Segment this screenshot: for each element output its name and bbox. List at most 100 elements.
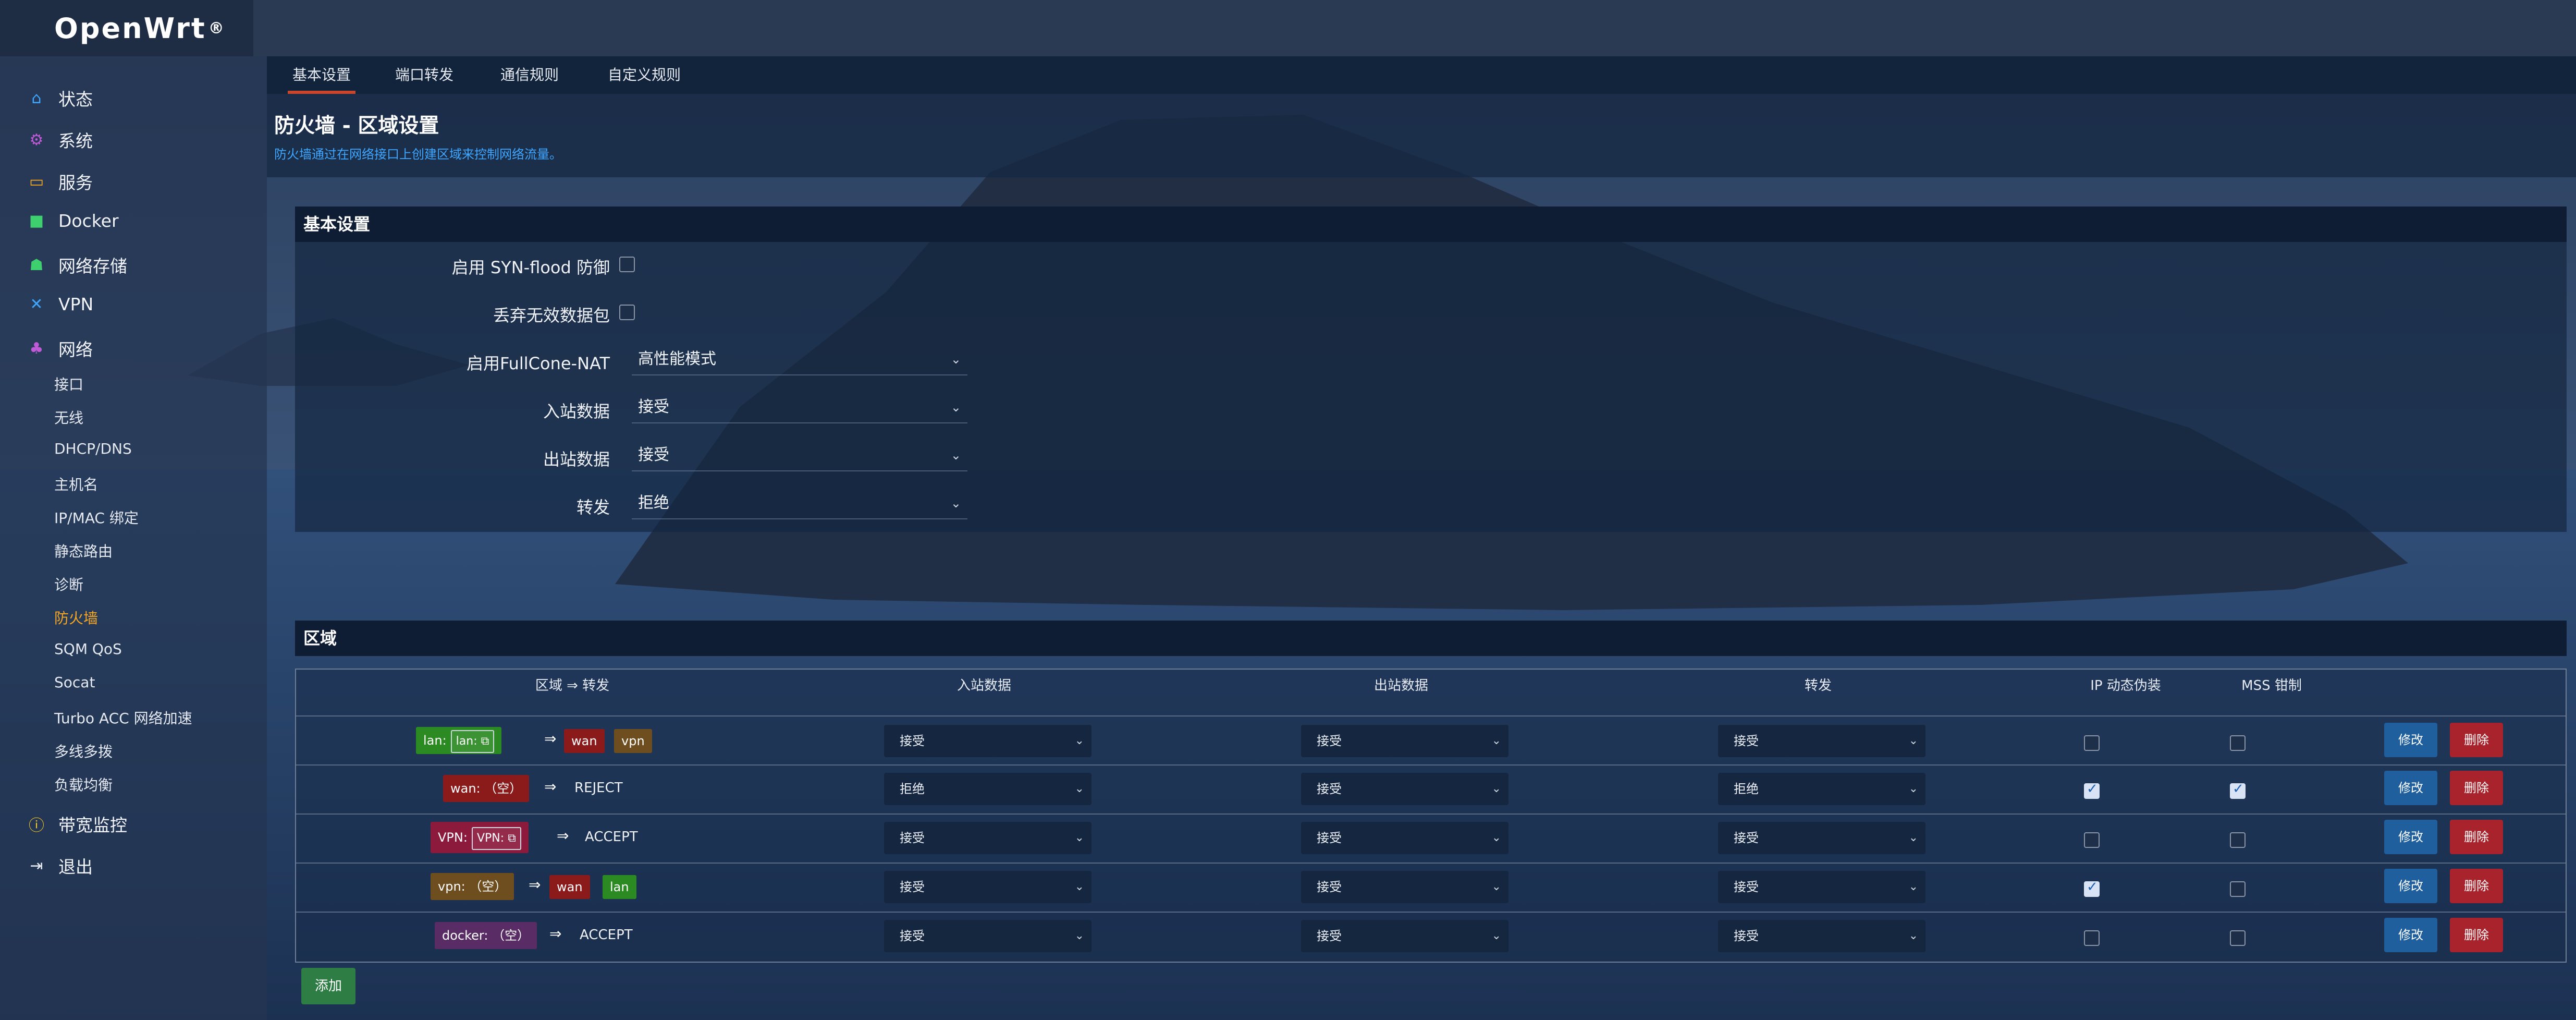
chevron-down-icon: ⌄: [1074, 880, 1084, 893]
sidebar-sub-multiwan[interactable]: 多线多拨: [54, 740, 113, 761]
fullcone-nat-select[interactable]: 高性能模式 ⌄: [632, 343, 967, 375]
add-zone-button[interactable]: 添加: [301, 968, 355, 1004]
col-zone-forward: 区域 ⇒ 转发: [535, 678, 610, 694]
input-select[interactable]: 接受 ⌄: [632, 391, 967, 423]
delete-button[interactable]: 删除: [2450, 869, 2503, 903]
row-forward-select[interactable]: 接受 ⌄: [1718, 822, 1925, 854]
tab-custom-rules[interactable]: 自定义规则: [608, 56, 681, 94]
col-mss-clamping: MSS 钳制: [2241, 678, 2302, 694]
syn-flood-checkbox[interactable]: [619, 257, 635, 272]
sidebar-item-system[interactable]: ⚙ 系统: [27, 127, 93, 152]
edit-button[interactable]: 修改: [2384, 771, 2437, 805]
chevron-down-icon: ⌄: [1491, 880, 1501, 893]
delete-button[interactable]: 删除: [2450, 918, 2503, 952]
brand-name: OpenWrt: [54, 11, 206, 45]
row-output-select[interactable]: 接受 ⌄: [1301, 725, 1508, 757]
row-input-select[interactable]: 接受 ⌄: [884, 871, 1091, 903]
page-header: 防火墙 - 区域设置 防火墙通过在网络接口上创建区域来控制网络流量。: [267, 94, 2576, 177]
delete-button[interactable]: 删除: [2450, 771, 2503, 805]
row-input-value: 接受: [900, 880, 925, 894]
row-output-select[interactable]: 接受 ⌄: [1301, 920, 1508, 952]
fullcone-nat-label: 启用FullCone-NAT: [466, 354, 610, 373]
page-title: 防火墙 - 区域设置: [274, 114, 439, 138]
mss-checkbox[interactable]: [2230, 832, 2246, 848]
sidebar-item-label: 服务: [58, 173, 93, 193]
row-output-select[interactable]: 接受 ⌄: [1301, 822, 1508, 854]
row-output-value: 接受: [1317, 929, 1342, 943]
output-value: 接受: [638, 446, 669, 464]
mss-checkbox[interactable]: [2230, 735, 2246, 751]
sidebar-item-network[interactable]: ♣ 网络: [27, 336, 93, 361]
gear-icon: ⚙: [29, 130, 44, 149]
tab-port-forwards[interactable]: 端口转发: [395, 56, 453, 94]
row-forward-select[interactable]: 接受 ⌄: [1718, 920, 1925, 952]
sidebar-item-label: 系统: [58, 131, 93, 151]
sidebar-sub-wireless[interactable]: 无线: [54, 407, 83, 428]
tab-basic-settings[interactable]: 基本设置: [288, 56, 355, 94]
sidebar-item-status[interactable]: ⌂ 状态: [27, 86, 93, 111]
row-output-value: 接受: [1317, 880, 1342, 894]
basic-settings-heading: 基本设置: [295, 207, 2567, 242]
edit-button[interactable]: 修改: [2384, 869, 2437, 903]
masq-checkbox[interactable]: [2084, 735, 2100, 751]
top-bar: OpenWrt ®: [0, 0, 2576, 56]
row-input-select[interactable]: 拒绝 ⌄: [884, 773, 1091, 805]
row-output-value: 接受: [1317, 782, 1342, 796]
col-input: 入站数据: [956, 678, 1011, 694]
sidebar-sub-socat[interactable]: Socat: [54, 674, 95, 691]
sidebar-sub-sqm-qos[interactable]: SQM QoS: [54, 640, 122, 658]
mss-checkbox[interactable]: [2230, 930, 2246, 946]
row-output-value: 接受: [1317, 831, 1342, 845]
edit-button[interactable]: 修改: [2384, 723, 2437, 757]
sidebar-item-vpn[interactable]: ✕ VPN: [27, 294, 93, 314]
delete-button[interactable]: 删除: [2450, 820, 2503, 854]
sidebar-item-logout[interactable]: ⇥ 退出: [27, 853, 93, 878]
chevron-down-icon: ⌄: [1908, 929, 1918, 942]
chevron-down-icon: ⌄: [950, 448, 961, 463]
sidebar-item-docker[interactable]: ■ Docker: [27, 211, 119, 231]
delete-button[interactable]: 删除: [2450, 723, 2503, 757]
masq-checkbox[interactable]: [2084, 781, 2100, 799]
drop-invalid-checkbox[interactable]: [619, 305, 635, 320]
forward-select[interactable]: 拒绝 ⌄: [632, 487, 967, 519]
masq-checkbox[interactable]: [2084, 930, 2100, 946]
row-output-select[interactable]: 接受 ⌄: [1301, 871, 1508, 903]
sidebar-sub-ip-mac-binding[interactable]: IP/MAC 绑定: [54, 507, 139, 528]
row-forward-select[interactable]: 拒绝 ⌄: [1718, 773, 1925, 805]
forward-arrow: ⇒: [557, 827, 569, 844]
row-forward-select[interactable]: 接受 ⌄: [1718, 725, 1925, 757]
masq-checkbox[interactable]: [2084, 832, 2100, 848]
sidebar-item-storage[interactable]: ☗ 网络存储: [27, 252, 127, 277]
row-output-value: 接受: [1317, 734, 1342, 748]
chevron-down-icon: ⌄: [1074, 782, 1084, 795]
row-input-select[interactable]: 接受 ⌄: [884, 725, 1091, 757]
sidebar-sub-hostnames[interactable]: 主机名: [54, 473, 98, 494]
row-output-select[interactable]: 接受 ⌄: [1301, 773, 1508, 805]
row-input-select[interactable]: 接受 ⌄: [884, 822, 1091, 854]
sidebar-item-services[interactable]: ▭ 服务: [27, 169, 93, 194]
forward-arrow: ⇒: [544, 778, 557, 795]
network-icon: ♣: [29, 339, 44, 358]
sidebar-sub-load-balance[interactable]: 负载均衡: [54, 774, 113, 795]
mss-checkbox[interactable]: [2230, 881, 2246, 897]
brand-logo[interactable]: OpenWrt ®: [0, 0, 253, 56]
sidebar-sub-turbo-acc[interactable]: Turbo ACC 网络加速: [54, 707, 192, 728]
tab-traffic-rules[interactable]: 通信规则: [500, 56, 559, 94]
chevron-down-icon: ⌄: [1491, 929, 1501, 942]
row-forward-value: 拒绝: [1734, 782, 1759, 796]
edit-button[interactable]: 修改: [2384, 918, 2437, 952]
sidebar-item-bandwidth[interactable]: ⓘ 带宽监控: [27, 811, 127, 836]
sidebar-sub-static-routes[interactable]: 静态路由: [54, 540, 113, 561]
zone-badge-VPN: VPN: VPN: ⧉: [431, 822, 529, 853]
edit-button[interactable]: 修改: [2384, 820, 2437, 854]
masq-checkbox[interactable]: [2084, 879, 2100, 897]
sidebar-sub-interfaces[interactable]: 接口: [54, 373, 83, 394]
sidebar-sub-diagnostics[interactable]: 诊断: [54, 574, 83, 594]
sidebar-sub-firewall[interactable]: 防火墙: [54, 607, 98, 628]
row-forward-select[interactable]: 接受 ⌄: [1718, 871, 1925, 903]
output-select[interactable]: 接受 ⌄: [632, 439, 967, 471]
output-label: 出站数据: [543, 450, 610, 469]
row-input-select[interactable]: 接受 ⌄: [884, 920, 1091, 952]
sidebar-sub-dhcp-dns[interactable]: DHCP/DNS: [54, 440, 132, 457]
mss-checkbox[interactable]: [2230, 781, 2246, 799]
